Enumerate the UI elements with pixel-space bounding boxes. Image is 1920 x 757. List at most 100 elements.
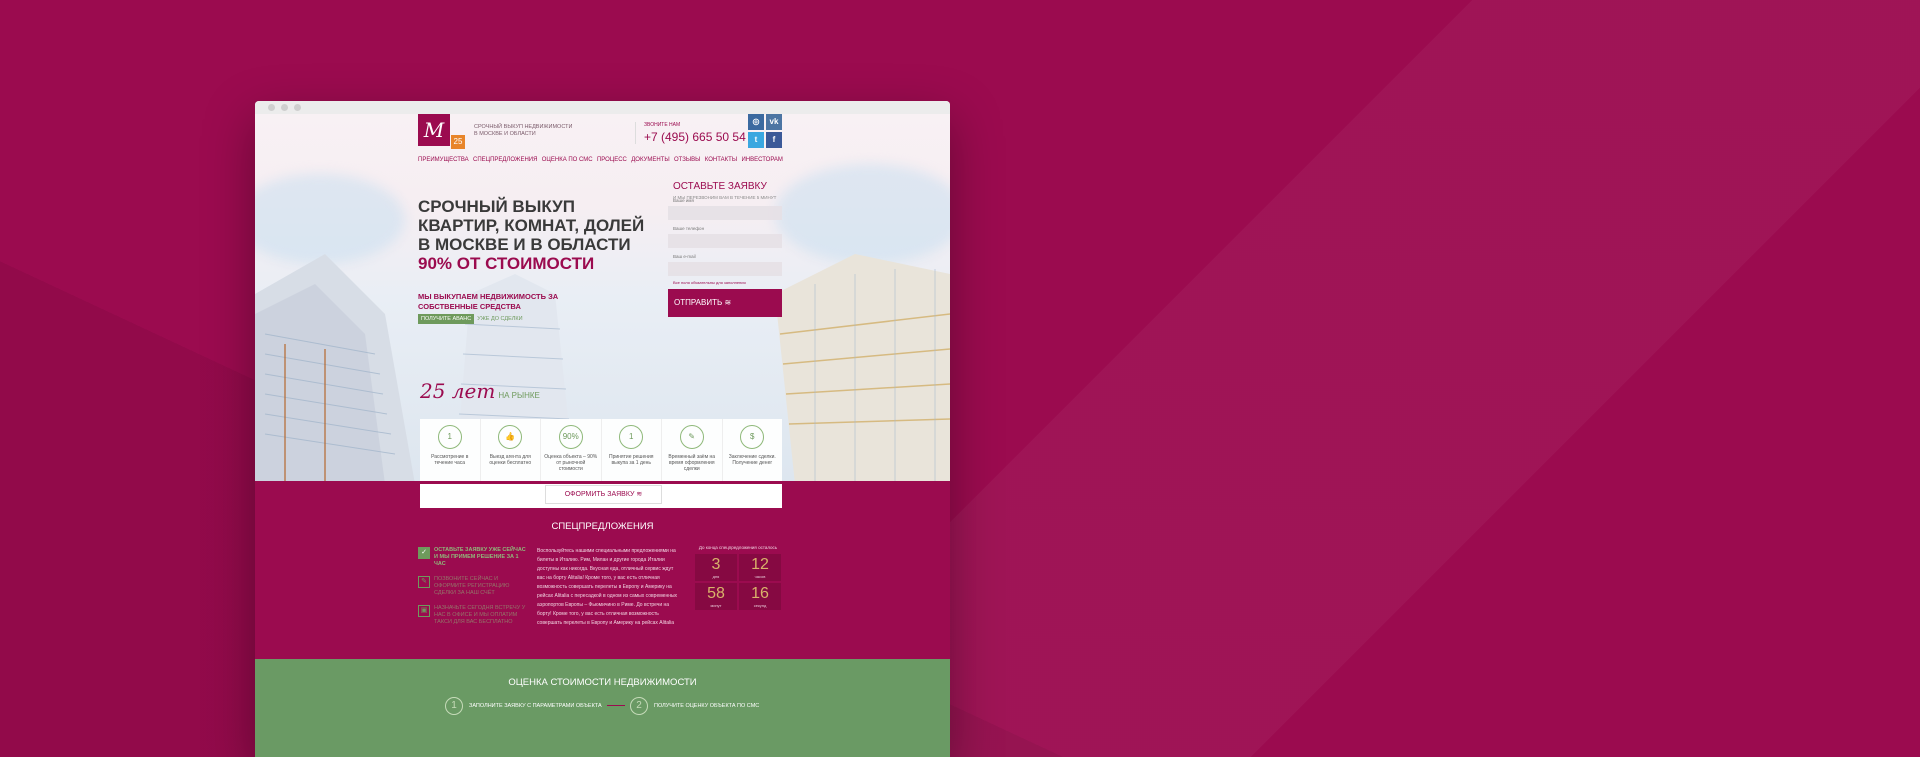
percent-icon: 90%: [558, 425, 583, 449]
valuation-step: 1 Заполните заявку с параметрами объекта: [445, 697, 602, 715]
instagram-icon[interactable]: ◎: [748, 114, 764, 130]
advance-text: уже до сделки: [477, 316, 523, 322]
timer-cell: 3 дня: [695, 554, 737, 581]
feature-text: Временный заём на время оформления сделк…: [668, 454, 716, 472]
email-field[interactable]: [668, 266, 782, 281]
feature-item: 👍 Выезд агента для оценки бесплатно: [481, 419, 541, 481]
check-icon: ✓: [418, 547, 430, 559]
nav-item-investors[interactable]: Инвесторам: [741, 157, 782, 163]
timer-unit: секунд: [753, 603, 767, 608]
step-number: 1: [445, 697, 463, 715]
features-strip: 1 Рассмотрение в течение часа 👍 Выезд аг…: [420, 419, 782, 481]
timer-value: 3: [711, 556, 721, 573]
form-title: Оставьте заявку: [673, 181, 767, 192]
feature-item: ✎ Временный заём на время оформления сде…: [662, 419, 723, 481]
timer-caption: До конца спецпредложения осталось: [698, 545, 778, 550]
timer-unit: часов: [754, 574, 766, 579]
countdown-timer: До конца спецпредложения осталось 3 дня …: [695, 545, 781, 610]
timer-value: 16: [751, 585, 769, 602]
browser-window: М 25 Срочный выкуп недвижимости в Москве…: [255, 101, 950, 757]
timer-value: 12: [751, 556, 769, 573]
cloud-decoration: [775, 164, 950, 264]
thumbs-up-icon: 👍: [498, 425, 523, 449]
section-title: Оценка стоимости недвижимости: [508, 677, 697, 688]
special-offer-text: Позвоните сейчас и оформите регистрацию …: [434, 576, 510, 596]
clock-icon: 1: [619, 425, 644, 449]
special-offer-text: Оставьте заявку уже сейчас и мы примем р…: [434, 547, 526, 567]
site-header: М 25 Срочный выкуп недвижимости в Москве…: [418, 114, 783, 172]
timer-cell: 58 минут: [695, 583, 737, 610]
cloud-decoration: [255, 174, 405, 264]
feature-item: 1 Рассмотрение в течение часа: [420, 419, 481, 481]
order-button[interactable]: Оформить заявку ≋: [545, 485, 662, 504]
clock-icon: 1: [437, 425, 462, 449]
headline-line: Срочный выкуп: [418, 197, 575, 216]
years-number: 25 лет: [420, 379, 496, 403]
feature-text: Принятие решения выкупа за 1 день: [608, 454, 654, 466]
window-chrome: [255, 101, 950, 114]
arrow-icon: [607, 705, 625, 706]
feature-item: 90% Оценка объекта – 90% от рыночной сто…: [541, 419, 602, 481]
logo-badge: 25: [451, 135, 465, 149]
request-form: Оставьте заявку И мы перезвоним вам в те…: [668, 181, 782, 335]
vk-icon[interactable]: vk: [766, 114, 782, 130]
window-dot[interactable]: [281, 104, 288, 111]
timer-unit: дня: [712, 574, 720, 579]
feature-text: Оценка объекта – 90% от рыночной стоимос…: [544, 454, 598, 472]
nav-item-reviews[interactable]: Отзывы: [674, 157, 701, 163]
main-nav: Преимущества Спецпредложения Оценка по С…: [418, 157, 783, 163]
twitter-icon[interactable]: t: [748, 132, 764, 148]
timer-cell: 16 секунд: [739, 583, 781, 610]
feature-text: Рассмотрение в течение часа: [431, 454, 469, 466]
submit-button[interactable]: Отправить ≋: [668, 289, 782, 317]
header-tagline: Срочный выкуп недвижимости в Москве и об…: [474, 124, 573, 137]
feature-text: Выезд агента для оценки бесплатно: [489, 454, 532, 466]
call-label: Звоните нам: [644, 122, 681, 128]
nav-item-contacts[interactable]: Контакты: [705, 157, 737, 163]
feature-item: $ Заключение сделки. Получение денег: [723, 419, 783, 481]
headline-line: в Москве и в области: [418, 235, 631, 254]
advance-promo: Получите аванс уже до сделки: [418, 314, 523, 324]
years-on-market: 25 лет на рынке: [420, 379, 540, 403]
loan-icon: ✎: [679, 425, 704, 449]
hero-subhead: Мы выкупаем недвижимость за собственные …: [418, 292, 559, 311]
send-icon: ≋: [636, 491, 643, 498]
nav-item-process[interactable]: Процесс: [597, 157, 627, 163]
timer-value: 58: [707, 585, 725, 602]
name-field-wrap: Ваше имя: [668, 198, 782, 225]
pen-icon: ✎: [418, 576, 430, 588]
name-field[interactable]: [668, 210, 782, 225]
special-offer-text: Назначьте сегодня встречу у нас в офисе …: [434, 605, 526, 625]
phone-number[interactable]: +7 (495) 665 50 54: [644, 130, 746, 144]
special-offer-item[interactable]: ✓ Оставьте заявку уже сейчас и мы примем…: [418, 547, 528, 568]
timer-unit: минут: [710, 603, 722, 608]
nav-item-documents[interactable]: Документы: [631, 157, 669, 163]
phone-field[interactable]: [668, 238, 782, 253]
phone-block: Звоните нам +7 (495) 665 50 54: [635, 122, 746, 144]
send-icon: ≋: [724, 298, 732, 307]
timer-grid: 3 дня 12 часов 58 минут 16 секунд: [695, 554, 781, 610]
step-text: Заполните заявку с параметрами объекта: [469, 703, 602, 709]
window-dot[interactable]: [268, 104, 275, 111]
hero-headline: Срочный выкуп квартир, комнат, долей в М…: [418, 197, 648, 273]
window-dot[interactable]: [294, 104, 301, 111]
special-offer-body: Воспользуйтесь нашими специальными предл…: [537, 548, 678, 626]
step-text: Получите оценку объекта по СМС: [654, 703, 760, 709]
special-offer-list: ✓ Оставьте заявку уже сейчас и мы примем…: [418, 547, 528, 634]
nav-item-special-offers[interactable]: Спецпредложения: [473, 157, 537, 163]
special-offer-item[interactable]: ▣ Назначьте сегодня встречу у нас в офис…: [418, 605, 528, 626]
advance-badge: Получите аванс: [418, 314, 475, 324]
facebook-icon[interactable]: f: [766, 132, 782, 148]
email-field-wrap: Ваш e-mail: [668, 254, 782, 281]
feature-item: 1 Принятие решения выкупа за 1 день: [602, 419, 662, 481]
timer-cell: 12 часов: [739, 554, 781, 581]
logo[interactable]: М: [418, 114, 450, 146]
nav-item-sms-valuation[interactable]: Оценка по СМС: [542, 157, 593, 163]
valuation-step: 2 Получите оценку объекта по СМС: [630, 697, 759, 715]
special-offer-item[interactable]: ✎ Позвоните сейчас и оформите регистраци…: [418, 576, 528, 597]
field-label: Ваше имя: [673, 198, 694, 203]
step-number: 2: [630, 697, 648, 715]
valuation-section: Оценка стоимости недвижимости 1 Заполнит…: [255, 659, 950, 757]
years-text: на рынке: [498, 391, 540, 400]
nav-item-advantages[interactable]: Преимущества: [418, 157, 469, 163]
